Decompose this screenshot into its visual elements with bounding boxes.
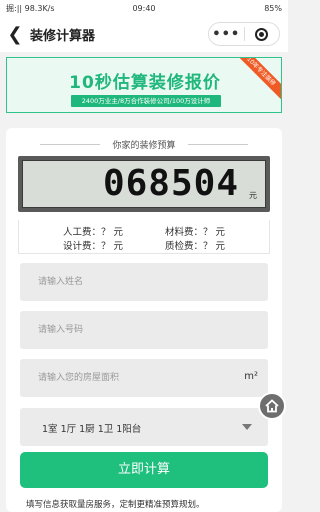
design-fee: 设计费：？ 元 — [63, 241, 124, 252]
phone-input[interactable] — [20, 311, 268, 349]
fee-breakdown: 人工费：？ 元 材料费：？ 元 设计费：？ 元 质检费：？ 元 — [18, 220, 270, 254]
budget-display: 068504 元 — [18, 156, 270, 212]
material-fee: 材料费：？ 元 — [165, 227, 226, 238]
dropdown-caret-icon — [242, 424, 252, 430]
nav-bar: ❮ 装修计算器 ••• — [0, 16, 288, 52]
status-time: 09:40 — [132, 3, 156, 13]
area-input[interactable] — [20, 359, 268, 397]
footer-hint: 填写信息获取量房服务，定制更精准预算规划。 — [26, 500, 205, 510]
budget-unit: 元 — [249, 191, 257, 200]
budget-amount: 068504 — [102, 163, 239, 204]
calculate-button[interactable]: 立即计算 — [20, 452, 268, 488]
more-options-icon[interactable]: ••• — [209, 27, 244, 42]
close-mini-program-button[interactable] — [245, 27, 280, 41]
close-target-icon — [255, 27, 269, 41]
lcd-screen: 068504 元 — [22, 160, 266, 208]
calculator-card: 你家的装修预算 068504 元 人工费：？ 元 材料费：？ 元 设计费：？ 元… — [6, 128, 282, 512]
area-field: m² — [20, 359, 268, 397]
status-signal-text: 掘:|| 98.3K/s — [6, 3, 55, 13]
area-unit: m² — [244, 371, 258, 382]
banner-title: 10秒估算装修报价 — [69, 73, 221, 93]
phone-field — [20, 311, 268, 349]
inspection-fee: 质检费：？ 元 — [165, 241, 226, 252]
name-field — [20, 263, 268, 301]
mini-program-capsule: ••• — [208, 22, 280, 46]
page-title: 装修计算器 — [30, 28, 96, 44]
room-layout-value: 1室 1厅 1厨 1卫 1阳台 — [42, 424, 142, 435]
back-arrow-icon[interactable]: ❮ — [0, 24, 30, 45]
promo-banner[interactable]: 10秒估算装修报价 2400万业主/8万合作装修公司/100万设计师 10年专注… — [6, 57, 282, 113]
banner-subtitle: 2400万业主/8万合作装修公司/100万设计师 — [71, 95, 221, 107]
labor-fee: 人工费：？ 元 — [63, 227, 124, 238]
status-bar: 掘:|| 98.3K/s 09:40 85% — [0, 0, 288, 16]
status-battery: 85% — [264, 3, 282, 13]
caption-divider-right — [188, 144, 248, 145]
room-layout-select[interactable]: 1室 1厅 1厨 1卫 1阳台 — [20, 408, 268, 446]
name-input[interactable] — [20, 263, 268, 301]
home-icon[interactable] — [258, 392, 286, 420]
